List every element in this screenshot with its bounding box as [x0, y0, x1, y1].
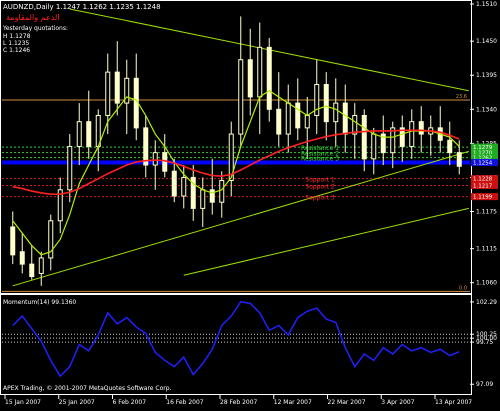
candle-body [38, 257, 44, 274]
price-tick-label: 1.1175 [476, 208, 497, 215]
momentum-label: Momentum(14) 99.1360 [3, 299, 76, 306]
candle-body [447, 139, 453, 154]
candle-body [323, 84, 329, 123]
candle-body [409, 121, 415, 147]
date-tick-label: 6 Feb 2007 [113, 399, 147, 406]
quote-high: H 1.1278 [3, 33, 31, 40]
arabic-title: الدعم والمقاومة [6, 13, 60, 22]
date-tick-label: 3 Apr 2007 [381, 399, 414, 406]
chart-window: 1.15101.14501.13951.13401.12851.12301.11… [0, 0, 500, 407]
candle-body [257, 46, 263, 98]
quote-low: L 1.1235 [3, 40, 29, 47]
candle-body [456, 152, 462, 167]
candle-body [105, 71, 111, 116]
fib-label: 23.6 [456, 94, 467, 100]
date-tick-label: 16 Feb 2007 [166, 399, 204, 406]
candle-body [247, 59, 253, 98]
forex-chart: 1.15101.14501.13951.13401.12851.12301.11… [0, 0, 498, 406]
price-tick-label: 1.1340 [476, 106, 497, 113]
candle-body [295, 102, 301, 129]
candle-body [67, 145, 73, 191]
candle-body [86, 121, 92, 147]
date-tick-label: 15 Jan 2007 [5, 399, 41, 406]
price-tick-label: 1.1510 [476, 1, 497, 8]
level-tag-value: 1.1217 [473, 183, 493, 189]
momentum-tick-label: 97.09 [476, 381, 493, 388]
momentum-axis: 102.29100.25100.0099.7597.09 [470, 299, 497, 388]
support-label: Support 3 [305, 195, 335, 202]
price-tick-label: 1.1395 [476, 72, 497, 79]
quotes-title: Yesterday quotations: [2, 25, 68, 32]
candle-body [219, 180, 225, 203]
candle-body [76, 121, 82, 147]
candle-body [371, 133, 377, 160]
candle-body [352, 114, 358, 135]
price-tick-label: 1.1450 [476, 38, 497, 45]
support-label: Support 2 [305, 183, 335, 190]
candle-body [181, 176, 187, 197]
candle-body [285, 102, 291, 135]
candle-body [333, 102, 339, 123]
candle-body [342, 102, 348, 135]
fib-label: 0.0 [459, 285, 467, 291]
candle-body [10, 226, 16, 256]
candle-body [143, 127, 149, 166]
date-tick-label: 12 Mar 2007 [274, 399, 312, 406]
date-tick-label: 28 Feb 2007 [220, 399, 258, 406]
level-tag-value: 1.1199 [473, 195, 493, 201]
date-tick-label: 13 Apr 2007 [435, 399, 472, 406]
copyright-label: APEX Trading, © 2001-2007 MetaQuotes Sof… [3, 385, 172, 392]
date-tick-label: 22 Mar 2007 [328, 399, 366, 406]
candle-body [418, 121, 424, 135]
price-tick-label: 1.1060 [476, 280, 497, 287]
candle-body [200, 189, 206, 209]
candle-body [29, 263, 35, 278]
candle-body [304, 114, 310, 129]
date-tick-label: 25 Jan 2007 [59, 399, 95, 406]
resistance-label: Resistance 3 [301, 156, 339, 163]
candle-body [114, 71, 120, 104]
momentum-tick-label: 102.29 [476, 299, 497, 306]
candle-body [209, 189, 215, 203]
quote-close: C 1.1246 [3, 47, 30, 54]
candle-body [171, 170, 177, 197]
momentum-tick-label: 99.75 [476, 339, 493, 346]
level-tag-value: 1.1254 [473, 161, 493, 167]
date-axis: 15 Jan 2007 25 Jan 2007 6 Feb 2007 16 Feb 2… [4, 395, 472, 406]
candle-body [361, 114, 367, 160]
candle-body [266, 46, 272, 110]
level-tag-value: 1.1228 [473, 177, 493, 183]
candle-body [276, 108, 282, 135]
candle-body [152, 152, 158, 166]
candle-body [162, 152, 168, 172]
price-tick-label: 1.1115 [476, 246, 497, 253]
candle-body [238, 59, 244, 135]
candle-body [19, 251, 25, 265]
symbol-label: AUDNZD,Daily 1.1247 1.1262 1.1235 1.1248 [3, 3, 161, 11]
